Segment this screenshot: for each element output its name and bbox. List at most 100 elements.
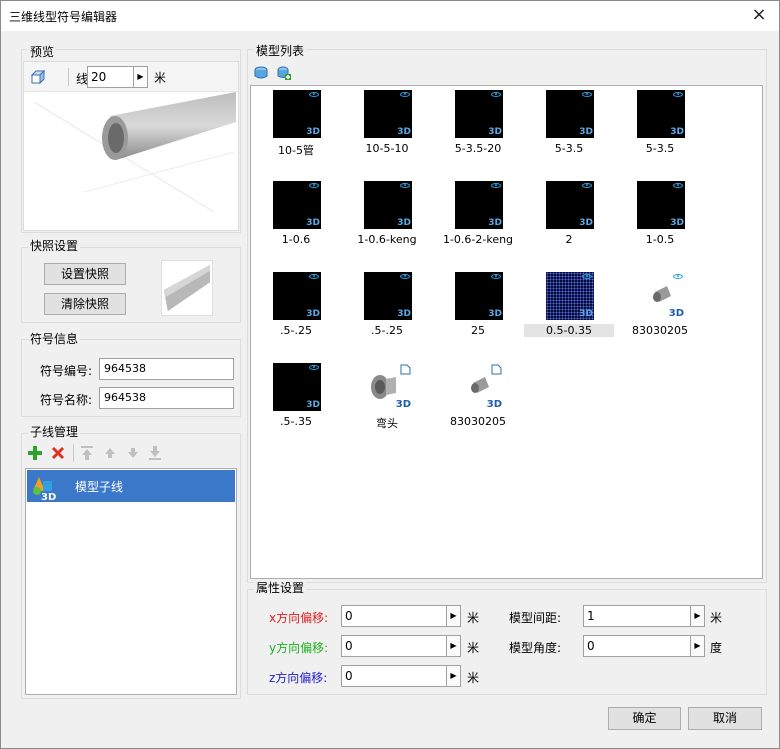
child-line-group-label: 子线管理 <box>28 423 81 440</box>
model-tile[interactable]: 3D 1-0.6 <box>251 177 341 265</box>
z-offset-unit: 米 <box>467 671 480 685</box>
set-snapshot-button[interactable]: 设置快照 <box>44 263 126 285</box>
z-offset-spinner[interactable]: 0 ▶ <box>341 665 461 687</box>
model-list-group-label: 模型列表 <box>254 42 307 59</box>
y-offset-spinner[interactable]: 0 ▶ <box>341 635 461 657</box>
3d-badge-icon: 3D <box>488 127 502 137</box>
model-tile[interactable]: 3D 25 <box>433 268 523 356</box>
visibility-icon <box>582 92 592 97</box>
spinner-arrow-icon[interactable]: ▶ <box>133 67 147 87</box>
3d-badge-icon: 3D <box>395 399 411 410</box>
snapshot-group-label: 快照设置 <box>28 237 81 254</box>
model-thumbnail: 3D <box>455 272 503 320</box>
model-label: 5-3.5-20 <box>454 142 502 155</box>
spinner-arrow-icon[interactable]: ▶ <box>446 606 460 626</box>
visibility-icon <box>491 92 501 97</box>
model-label: .5-.35 <box>280 415 312 428</box>
move-top-icon[interactable] <box>81 446 93 460</box>
model-tile[interactable]: 3D 5-3.5 <box>524 86 614 174</box>
title-bar[interactable]: 三维线型符号编辑器 × <box>1 1 779 31</box>
model-spacing-unit: 米 <box>710 611 723 625</box>
model-label: 1-0.6-2-keng <box>442 233 514 246</box>
visibility-icon <box>582 274 592 279</box>
move-bottom-icon[interactable] <box>149 446 161 460</box>
model-spacing-value: 1 <box>587 609 595 623</box>
line-width-unit: 米 <box>154 71 167 85</box>
visibility-icon <box>491 274 501 279</box>
3d-badge-icon: 3D <box>579 218 593 228</box>
view-reset-icon[interactable] <box>30 69 46 85</box>
3d-badge-icon: 3D <box>397 218 411 228</box>
model-tile[interactable]: 3D 10-5-10 <box>342 86 432 174</box>
move-up-icon[interactable] <box>104 447 116 459</box>
visibility-icon <box>400 274 410 279</box>
model-thumbnail: 3D <box>273 363 321 411</box>
model-tile[interactable]: 3D .5-.25 <box>342 268 432 356</box>
ok-button[interactable]: 确定 <box>608 707 681 730</box>
model-spacing-label: 模型间距: <box>509 611 562 625</box>
model-tile-selected[interactable]: 3D 0.5-0.35 <box>524 268 614 356</box>
model-label: 5-3.5 <box>645 142 675 155</box>
symbol-editor-dialog: 三维线型符号编辑器 × 预览 线宽: 20 ▶ 米 <box>0 0 780 749</box>
model-tile[interactable]: 3D 5-3.5-20 <box>433 86 523 174</box>
spinner-arrow-icon[interactable]: ▶ <box>690 606 704 626</box>
x-offset-unit: 米 <box>467 611 480 625</box>
symbol-info-group-label: 符号信息 <box>28 330 81 347</box>
add-icon[interactable] <box>28 446 42 460</box>
model-tile[interactable]: 3D 1-0.6-2-keng <box>433 177 523 265</box>
model-tile[interactable]: 3D 2 <box>524 177 614 265</box>
symbol-id-input[interactable]: 964538 <box>99 358 234 380</box>
model-label: 10-5管 <box>278 144 314 157</box>
model-label: 1-0.5 <box>645 233 675 246</box>
3d-badge-icon: 3D <box>579 127 593 137</box>
move-down-icon[interactable] <box>127 447 139 459</box>
3d-badge-icon: 3D <box>306 127 320 137</box>
clear-snapshot-button[interactable]: 清除快照 <box>44 293 126 315</box>
visibility-icon <box>309 183 319 188</box>
preview-group-label: 预览 <box>28 43 57 60</box>
model-angle-spinner[interactable]: 0 ▶ <box>583 635 705 657</box>
properties-group-label: 属性设置 <box>254 579 307 596</box>
model-label: 0.5-0.35 <box>524 324 614 337</box>
model-tile[interactable]: 3D 弯头 <box>342 359 432 447</box>
model-tile[interactable]: 3D 83030205 <box>433 359 523 447</box>
x-offset-spinner[interactable]: 0 ▶ <box>341 605 461 627</box>
cancel-button[interactable]: 取消 <box>688 707 762 730</box>
line-width-spinner[interactable]: 20 ▶ <box>87 66 148 88</box>
symbol-id-label: 符号编号: <box>40 364 93 378</box>
pipe-preview-render <box>33 92 236 213</box>
model-tile[interactable]: 3D .5-.35 <box>251 359 341 447</box>
3d-badge-icon: 3D <box>670 127 684 137</box>
close-icon[interactable]: × <box>747 4 771 28</box>
model-angle-value: 0 <box>587 639 595 653</box>
import-model-icon[interactable] <box>253 65 269 81</box>
model-tile[interactable]: 3D .5-.25 <box>251 268 341 356</box>
model-grid[interactable]: 3D 10-5管 3D 10-5-10 3D 5-3.5-20 3D 5-3.5… <box>250 85 763 579</box>
delete-icon[interactable] <box>51 446 65 460</box>
model-spacing-spinner[interactable]: 1 ▶ <box>583 605 705 627</box>
model-label: 83030205 <box>632 324 688 337</box>
list-item[interactable]: 3D 模型子线 <box>27 470 235 502</box>
visibility-icon <box>309 365 319 370</box>
child-line-list[interactable]: 3D 模型子线 <box>25 468 237 695</box>
model-label: 83030205 <box>450 415 506 428</box>
model-label: 1-0.6 <box>281 233 311 246</box>
symbol-name-input[interactable]: 964538 <box>99 387 234 409</box>
3d-badge-icon: 3D <box>486 399 502 410</box>
model-tile[interactable]: 3D 1-0.6-keng <box>342 177 432 265</box>
model-3d-icon: 3D <box>33 477 56 501</box>
spinner-arrow-icon[interactable]: ▶ <box>446 666 460 686</box>
model-tile[interactable]: 3D 1-0.5 <box>615 177 705 265</box>
y-offset-value: 0 <box>345 639 353 653</box>
model-tile[interactable]: 3D 83030205 <box>615 268 705 356</box>
model-tile[interactable]: 3D 5-3.5 <box>615 86 705 174</box>
3d-badge-icon: 3D <box>397 309 411 319</box>
preview-viewport[interactable]: 线宽: 20 ▶ 米 <box>23 61 239 231</box>
model-tile[interactable]: 3D 10-5管 <box>251 86 341 174</box>
spinner-arrow-icon[interactable]: ▶ <box>690 636 704 656</box>
add-model-icon[interactable] <box>276 65 292 81</box>
window-title: 三维线型符号编辑器 <box>9 10 118 24</box>
3d-badge-icon: 3D <box>488 309 502 319</box>
visibility-icon <box>673 92 683 97</box>
spinner-arrow-icon[interactable]: ▶ <box>446 636 460 656</box>
